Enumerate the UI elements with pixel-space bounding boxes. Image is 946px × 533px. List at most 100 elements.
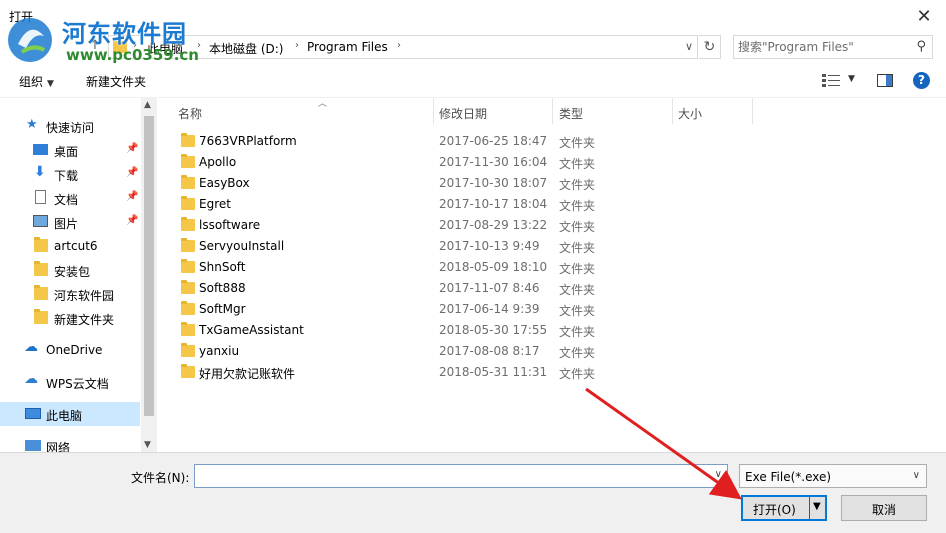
sidebar-item-label: 此电脑	[46, 409, 83, 423]
sidebar-item-desktop[interactable]: 桌面 📌	[0, 138, 140, 162]
folder-icon	[34, 237, 48, 252]
pin-icon[interactable]: 📌	[126, 215, 138, 226]
help-icon[interactable]: ?	[913, 72, 930, 89]
file-name: ServyouInstall	[199, 239, 285, 253]
chevron-down-icon[interactable]: ∨	[685, 40, 693, 53]
table-row[interactable]: 7663VRPlatform 2017-06-25 18:47 文件夹	[158, 131, 946, 152]
file-type: 文件夹	[559, 367, 596, 381]
sidebar-item-label: 桌面	[54, 145, 79, 159]
organize-button[interactable]: 组织 ▼	[19, 73, 54, 90]
open-button[interactable]: 打开(O) ▼	[741, 495, 827, 521]
sidebar-scrollbar[interactable]: ▲ ▼	[141, 98, 157, 452]
chevron-down-icon[interactable]: ∨	[715, 469, 722, 480]
file-type: 文件夹	[559, 241, 596, 255]
scroll-up-icon[interactable]: ▲	[144, 100, 151, 110]
sidebar-item-quick-access[interactable]: ★ 快速访问	[0, 114, 140, 138]
column-header-type[interactable]: 类型	[559, 98, 669, 124]
file-modified: 2017-10-13 9:49	[439, 239, 540, 253]
picture-icon	[33, 215, 48, 227]
sidebar-item-label: 文档	[54, 193, 79, 207]
chevron-down-icon[interactable]: ∨	[913, 470, 920, 481]
sidebar-item-wps-cloud[interactable]: ☁ WPS云文档	[0, 370, 140, 394]
close-icon[interactable]: ✕	[910, 4, 938, 28]
up-arrow-icon[interactable]: ↑	[86, 38, 104, 56]
caret-down-icon[interactable]: ▼	[848, 74, 855, 84]
file-type: 文件夹	[559, 157, 596, 171]
sidebar-item-install-packages[interactable]: 安装包	[0, 258, 140, 282]
file-type: 文件夹	[559, 136, 596, 150]
table-row[interactable]: ServyouInstall 2017-10-13 9:49 文件夹	[158, 236, 946, 257]
cancel-button-label: 取消	[871, 503, 896, 517]
sidebar-item-documents[interactable]: 文档 📌	[0, 186, 140, 210]
table-row[interactable]: Apollo 2017-11-30 16:04 文件夹	[158, 152, 946, 173]
search-box[interactable]: ⚲	[733, 35, 933, 59]
pin-icon[interactable]: 📌	[126, 167, 138, 178]
column-header-size[interactable]: 大小	[678, 98, 748, 124]
sidebar-item-label: 河东软件园	[54, 289, 115, 303]
pin-icon[interactable]: 📌	[126, 191, 138, 202]
breadcrumb-local-disk[interactable]: 本地磁盘 (D:)	[209, 40, 283, 57]
file-name: 7663VRPlatform	[199, 134, 297, 148]
refresh-icon[interactable]: ↻	[699, 35, 721, 59]
chevron-right-icon[interactable]: ›	[133, 40, 137, 51]
table-row[interactable]: Egret 2017-10-17 18:04 文件夹	[158, 194, 946, 215]
sidebar-item-pictures[interactable]: 图片 📌	[0, 210, 140, 234]
view-options-icon[interactable]	[822, 73, 840, 87]
scrollbar-thumb[interactable]	[144, 116, 154, 416]
pin-icon[interactable]: 📌	[126, 143, 138, 154]
filetype-select[interactable]: Exe File(*.exe) ∨	[739, 464, 927, 488]
file-modified: 2018-05-09 18:10	[439, 260, 548, 274]
table-row[interactable]: ShnSoft 2018-05-09 18:10 文件夹	[158, 257, 946, 278]
table-row[interactable]: Soft888 2017-11-07 8:46 文件夹	[158, 278, 946, 299]
filename-combobox[interactable]: ∨	[194, 464, 728, 488]
file-name: SoftMgr	[199, 302, 246, 316]
sidebar-item-label: 安装包	[54, 265, 91, 279]
chevron-right-icon[interactable]: ›	[397, 40, 401, 51]
folder-icon	[34, 261, 48, 276]
table-row[interactable]: EasyBox 2017-10-30 18:07 文件夹	[158, 173, 946, 194]
table-row[interactable]: lssoftware 2017-08-29 13:22 文件夹	[158, 215, 946, 236]
address-bar[interactable]: › 此电脑 › 本地磁盘 (D:) › Program Files › ∨	[108, 35, 698, 59]
file-type: 文件夹	[559, 178, 596, 192]
column-divider[interactable]	[672, 98, 673, 124]
sidebar-item-artcut6[interactable]: artcut6	[0, 234, 140, 258]
sidebar-item-onedrive[interactable]: ☁ OneDrive	[0, 338, 140, 362]
column-divider[interactable]	[433, 98, 434, 124]
sidebar-item-this-pc[interactable]: 此电脑	[0, 402, 140, 426]
file-modified: 2017-06-14 9:39	[439, 302, 540, 316]
desktop-icon	[33, 144, 48, 155]
breadcrumb-this-pc[interactable]: 此电脑	[147, 40, 183, 57]
table-row[interactable]: yanxiu 2017-08-08 8:17 文件夹	[158, 341, 946, 362]
file-type: 文件夹	[559, 325, 596, 339]
scroll-down-icon[interactable]: ▼	[144, 440, 151, 450]
search-icon[interactable]: ⚲	[916, 39, 926, 54]
file-type: 文件夹	[559, 220, 596, 234]
table-row[interactable]: 好用欠款记账软件 2018-05-31 11:31 文件夹	[158, 362, 946, 383]
filename-input[interactable]	[199, 468, 699, 484]
download-icon: ⬇	[34, 164, 46, 180]
new-folder-button[interactable]: 新建文件夹	[86, 73, 146, 90]
file-name: Soft888	[199, 281, 246, 295]
file-modified: 2017-11-30 16:04	[439, 155, 548, 169]
table-row[interactable]: TxGameAssistant 2018-05-30 17:55 文件夹	[158, 320, 946, 341]
column-divider[interactable]	[552, 98, 553, 124]
file-name: 好用欠款记账软件	[199, 367, 296, 381]
folder-icon	[181, 175, 195, 189]
sidebar-item-hedong[interactable]: 河东软件园	[0, 282, 140, 306]
sidebar-item-new-folder[interactable]: 新建文件夹	[0, 306, 140, 330]
sidebar-item-downloads[interactable]: ⬇ 下载 📌	[0, 162, 140, 186]
sidebar-item-label: 图片	[54, 217, 79, 231]
folder-icon	[34, 285, 48, 300]
breadcrumb-program-files[interactable]: Program Files	[307, 40, 388, 54]
preview-pane-icon[interactable]	[877, 74, 893, 87]
search-input[interactable]	[738, 39, 908, 55]
column-header-name[interactable]: 名称 ︿	[178, 98, 433, 124]
column-divider[interactable]	[752, 98, 753, 124]
chevron-right-icon[interactable]: ›	[197, 40, 201, 51]
caret-down-icon[interactable]: ▼	[813, 501, 821, 512]
chevron-right-icon[interactable]: ›	[295, 40, 299, 51]
file-name: EasyBox	[199, 176, 250, 190]
table-row[interactable]: SoftMgr 2017-06-14 9:39 文件夹	[158, 299, 946, 320]
column-header-modified[interactable]: 修改日期	[439, 98, 549, 124]
cancel-button[interactable]: 取消	[841, 495, 927, 521]
